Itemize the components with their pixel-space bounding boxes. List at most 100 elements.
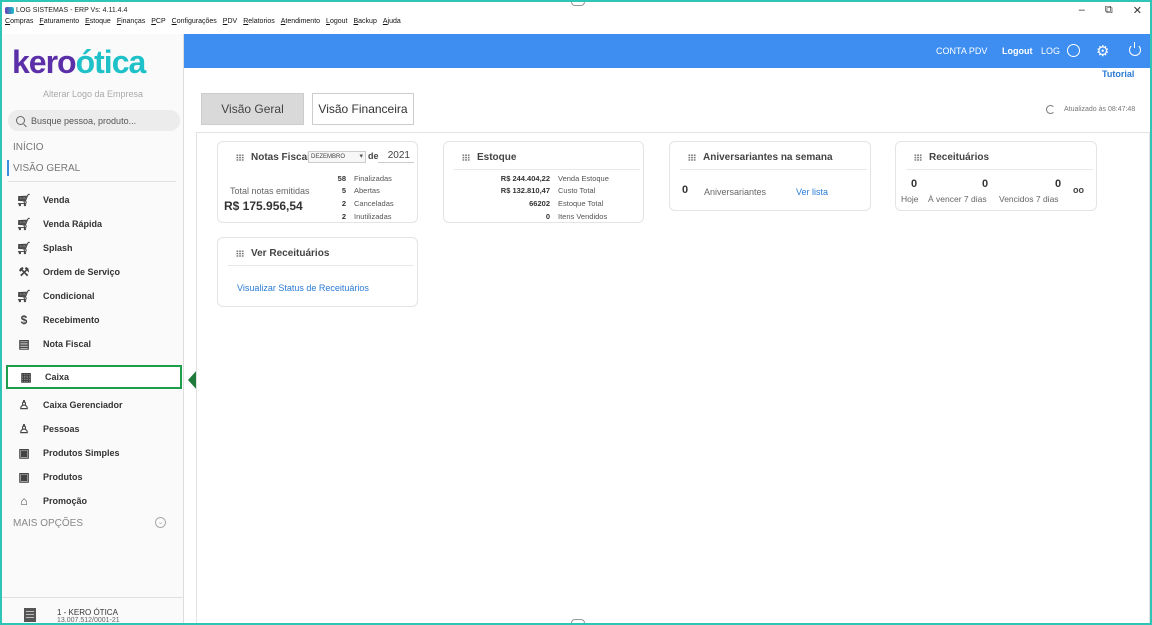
drag-grip-icon[interactable] <box>688 154 696 161</box>
sidebar-item-ordem-servico[interactable]: ⚒ Ordem de Serviço <box>6 260 182 284</box>
app-logo-icon <box>5 6 14 14</box>
more-options[interactable]: MAIS OPÇÕES <box>13 518 83 529</box>
sidebar-item-recebimento[interactable]: $ Recebimento <box>6 308 182 332</box>
tab-visao-geral[interactable]: Visão Geral <box>201 93 304 125</box>
hoje-count: 0 <box>911 178 918 190</box>
user-icon[interactable] <box>1067 44 1080 57</box>
change-logo-link[interactable]: Alterar Logo da Empresa <box>2 89 184 99</box>
sidebar-item-label: Splash <box>43 243 73 253</box>
glasses-icon: oo <box>1073 185 1084 195</box>
chevron-down-icon[interactable]: ⌄ <box>155 517 166 528</box>
card-divider <box>454 169 640 170</box>
window-controls: – ⧉ ✕ <box>1079 4 1142 17</box>
menu-atendimento[interactable]: Atendimento <box>281 18 320 32</box>
menu-backup[interactable]: Backup <box>353 18 376 32</box>
sidebar-item-label: Pessoas <box>43 424 80 434</box>
tag-icon: ⌂ <box>20 494 28 508</box>
gear-icon[interactable]: ⚙ <box>1096 42 1109 60</box>
drag-grip-icon[interactable] <box>236 154 244 161</box>
cart-arrow-icon: 🛒︎ <box>16 289 32 303</box>
hand-money-icon: $ <box>20 313 28 327</box>
sidebar-item-label: Caixa <box>45 372 70 382</box>
menu-logout[interactable]: Logout <box>326 18 347 32</box>
nav-visao-geral[interactable]: VISÃO GERAL <box>13 163 80 174</box>
drag-grip-icon[interactable] <box>914 154 922 161</box>
card-title: Receituários <box>914 152 989 163</box>
sidebar-item-pessoas[interactable]: ♙ Pessoas <box>6 417 182 441</box>
search-icon <box>16 116 25 125</box>
menu-estoque[interactable]: Estoque <box>85 18 111 32</box>
building-icon <box>24 608 36 622</box>
user-name[interactable]: LOG <box>1041 46 1060 56</box>
vencer-label: À vencer 7 dias <box>928 194 987 204</box>
sidebar-item-label: Venda <box>43 195 70 205</box>
close-icon[interactable]: ✕ <box>1133 4 1142 17</box>
sidebar-item-label: Caixa Gerenciador <box>43 400 123 410</box>
menu-financas[interactable]: Finanças <box>117 18 145 32</box>
menu-pcp[interactable]: PCP <box>151 18 165 32</box>
vencidos-count: 0 <box>1055 178 1062 190</box>
minimize-icon[interactable]: – <box>1079 4 1085 17</box>
visualizar-receituarios-link[interactable]: Visualizar Status de Receituários <box>237 283 369 293</box>
power-icon[interactable] <box>1129 42 1141 56</box>
card-divider <box>228 265 414 266</box>
menu-compras[interactable]: Compras <box>5 18 33 32</box>
sidebar-item-caixa-gerenciador[interactable]: ♙ Caixa Gerenciador <box>6 393 182 417</box>
window-title: LOG SISTEMAS - ERP Vs: 4.11.4.4 <box>16 6 128 14</box>
sidebar-item-splash[interactable]: 🛒︎ Splash <box>6 236 182 260</box>
menu-bar: Compras Faturamento Estoque Finanças PCP… <box>5 18 401 32</box>
cart-plus-icon: 🛒︎ <box>16 241 32 255</box>
tab-visao-financeira[interactable]: Visão Financeira <box>312 93 414 125</box>
drag-grip-icon[interactable] <box>236 250 244 257</box>
drag-grip-icon[interactable] <box>462 154 470 161</box>
dashboard-content: Notas Fiscais DEZEMBRO de 2021 Total not… <box>196 132 1150 623</box>
de-label: de <box>368 151 379 161</box>
refresh-icon[interactable] <box>1046 105 1055 114</box>
sidebar-item-venda[interactable]: 🛒︎ Venda <box>6 188 182 212</box>
logout-link[interactable]: Logout <box>1002 46 1033 56</box>
menu-faturamento[interactable]: Faturamento <box>39 18 79 32</box>
wrench-icon: ⚒ <box>18 265 30 279</box>
sidebar-item-promocao[interactable]: ⌂ Promoção <box>6 489 182 513</box>
card-estoque: Estoque R$ 244.404,22 Venda Estoque R$ 13… <box>443 141 644 223</box>
card-divider <box>906 169 1093 170</box>
company-cnpj: 13.007.512/0001-21 <box>57 617 120 624</box>
total-label: Total notas emitidas <box>230 186 310 196</box>
sidebar-item-produtos-simples[interactable]: ▣ Produtos Simples <box>6 441 182 465</box>
user-money-icon: ♙ <box>18 398 30 412</box>
nav-divider <box>8 181 176 182</box>
sidebar-item-nota-fiscal[interactable]: ▤ Nota Fiscal <box>6 332 182 356</box>
resize-handle-bottom[interactable] <box>571 619 585 623</box>
sidebar-item-caixa[interactable]: ▦ Caixa <box>6 365 182 389</box>
month-select[interactable]: DEZEMBRO <box>308 151 366 163</box>
year-field[interactable]: 2021 <box>378 148 414 163</box>
search-placeholder: Busque pessoa, produto... <box>31 115 137 126</box>
nav-inicio[interactable]: INÍCIO <box>13 142 44 153</box>
cart-icon: 🛒︎ <box>16 193 32 207</box>
sidebar-item-label: Promoção <box>43 496 88 506</box>
menu-configuracoes[interactable]: Configurações <box>172 18 217 32</box>
birthday-count: 0 <box>682 184 689 196</box>
sidebar-item-condicional[interactable]: 🛒︎ Condicional <box>6 284 182 308</box>
search-input[interactable]: Busque pessoa, produto... <box>8 110 180 131</box>
card-ver-receituarios: Ver Receituários Visualizar Status de Re… <box>217 237 418 307</box>
tutorial-link[interactable]: Tutorial <box>1102 69 1134 79</box>
brand-logo: keroótica <box>12 44 146 80</box>
menu-pdv[interactable]: PDV <box>223 18 237 32</box>
sidebar-item-produtos[interactable]: ▣ Produtos <box>6 465 182 489</box>
hoje-label: Hoje <box>901 194 919 204</box>
total-value: R$ 175.956,54 <box>224 199 303 213</box>
sidebar-item-label: Produtos <box>43 472 83 482</box>
conta-pdv-link[interactable]: CONTA PDV <box>936 46 987 56</box>
ver-lista-link[interactable]: Ver lista <box>796 187 828 197</box>
card-title: Aniversariantes na semana <box>688 152 833 163</box>
menu-relatorios[interactable]: Relatorios <box>243 18 275 32</box>
menu-ajuda[interactable]: Ajuda <box>383 18 401 32</box>
company-info: 1 - KERO ÓTICA 13.007.512/0001-21 <box>2 597 184 624</box>
people-icon: ♙ <box>18 422 30 436</box>
cash-register-icon: ▦ <box>20 370 32 384</box>
sidebar-item-label: Nota Fiscal <box>43 339 92 349</box>
sidebar: keroótica Alterar Logo da Empresa Busque… <box>2 34 184 624</box>
sidebar-item-venda-rapida[interactable]: 🛒︎ Venda Rápida <box>6 212 182 236</box>
restore-icon[interactable]: ⧉ <box>1105 4 1113 17</box>
